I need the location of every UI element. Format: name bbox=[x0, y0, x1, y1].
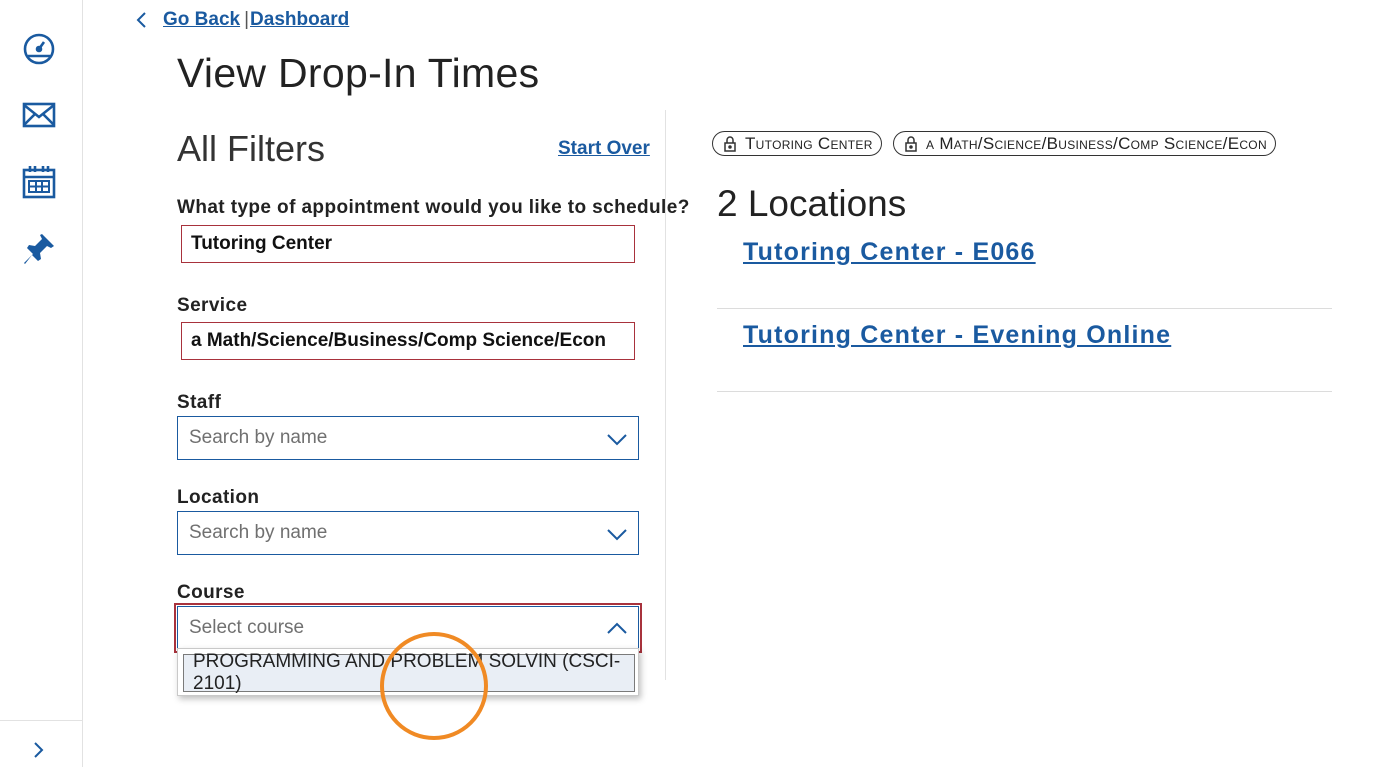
chevron-up-icon bbox=[606, 618, 628, 640]
start-over-link[interactable]: Start Over bbox=[558, 138, 650, 160]
breadcrumb-separator: | bbox=[244, 9, 250, 30]
chevron-left-icon[interactable] bbox=[136, 10, 154, 30]
course-option[interactable]: PROGRAMMING AND PROBLEM SOLVIN (CSCI-210… bbox=[183, 651, 635, 694]
location-select-placeholder: Search by name bbox=[189, 522, 328, 543]
filter-chip-label: Tutoring Center bbox=[745, 133, 873, 153]
left-nav-rail bbox=[0, 0, 83, 767]
column-divider bbox=[665, 110, 666, 680]
service-field[interactable]: a Math/Science/Business/Comp Science/Eco… bbox=[181, 322, 635, 360]
location-row: Tutoring Center - Evening Online bbox=[717, 309, 1332, 392]
pushpin-icon[interactable] bbox=[20, 230, 58, 268]
filters-heading: All Filters bbox=[177, 128, 326, 169]
filter-chip-service[interactable]: a Math/Science/Business/Comp Science/Eco… bbox=[893, 131, 1276, 156]
appointment-type-label: What type of appointment would you like … bbox=[177, 197, 690, 218]
appointment-type-field[interactable]: Tutoring Center bbox=[181, 225, 635, 263]
chevron-down-icon bbox=[606, 428, 628, 450]
staff-select-placeholder: Search by name bbox=[189, 427, 328, 448]
course-select-placeholder: Select course bbox=[189, 617, 305, 638]
chevron-right-icon[interactable] bbox=[26, 738, 50, 762]
course-label: Course bbox=[177, 582, 245, 603]
envelope-icon[interactable] bbox=[20, 96, 58, 134]
filter-chip-appointment[interactable]: Tutoring Center bbox=[712, 131, 882, 156]
dashboard-gauge-icon[interactable] bbox=[20, 30, 58, 68]
course-select[interactable]: Select course bbox=[177, 606, 639, 650]
service-label: Service bbox=[177, 295, 248, 316]
dashboard-link[interactable]: Dashboard bbox=[250, 9, 349, 31]
location-link[interactable]: Tutoring Center - Evening Online bbox=[743, 321, 1171, 350]
chevron-down-icon bbox=[606, 523, 628, 545]
lock-icon bbox=[723, 135, 737, 152]
locations-count: 2 Locations bbox=[717, 183, 907, 224]
location-link[interactable]: Tutoring Center - E066 bbox=[743, 238, 1036, 267]
filter-chip-label: a Math/Science/Business/Comp Science/Eco… bbox=[926, 133, 1267, 153]
course-dropdown-menu: PROGRAMMING AND PROBLEM SOLVIN (CSCI-210… bbox=[177, 648, 639, 696]
lock-icon bbox=[904, 135, 918, 152]
location-row: Tutoring Center - E066 bbox=[717, 226, 1332, 309]
breadcrumb: Go Back | Dashboard bbox=[136, 6, 349, 34]
location-label: Location bbox=[177, 487, 260, 508]
location-select[interactable]: Search by name bbox=[177, 511, 639, 555]
go-back-link[interactable]: Go Back bbox=[163, 9, 240, 31]
staff-label: Staff bbox=[177, 392, 222, 413]
staff-select[interactable]: Search by name bbox=[177, 416, 639, 460]
calendar-icon[interactable] bbox=[20, 163, 58, 201]
page-title: View Drop-In Times bbox=[177, 50, 540, 96]
